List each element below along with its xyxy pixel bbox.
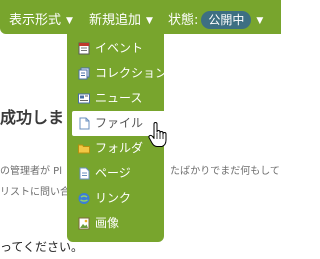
state-label: 状態: — [168, 13, 199, 28]
body-text-1-right: たばかりでまだ何もして — [170, 166, 280, 177]
image-icon — [78, 217, 90, 230]
body-text-1: の管理者が Pl — [0, 166, 62, 177]
menu-item-label: ニュース — [95, 91, 143, 105]
menu-item-collection[interactable]: コレクション — [67, 61, 168, 86]
add-new-menu-button[interactable]: 新規追加 ▼ — [89, 9, 153, 28]
caret-down-icon: ▼ — [256, 16, 264, 26]
menu-item-label: 画像 — [95, 216, 120, 230]
display-menu-label: 表示形式 — [9, 13, 62, 28]
menu-item-link[interactable]: リンク — [67, 186, 164, 211]
menu-item-label: リンク — [95, 191, 132, 205]
event-icon — [78, 42, 90, 55]
menu-item-label: ページ — [95, 166, 131, 180]
menu-item-event[interactable]: イベント — [67, 36, 164, 61]
add-new-menu-label: 新規追加 — [89, 13, 142, 28]
menu-item-page[interactable]: ページ — [67, 161, 164, 186]
display-menu-button[interactable]: 表示形式 ▼ — [9, 9, 73, 28]
file-icon — [79, 117, 90, 130]
menu-item-label: フォルダ — [95, 141, 144, 155]
menu-item-label: コレクション — [95, 66, 168, 80]
state-menu-button[interactable]: 状態: 公開中 ▼ — [168, 9, 263, 29]
caret-down-icon: ▼ — [66, 16, 73, 26]
link-icon — [78, 193, 90, 204]
hand-pointer-cursor-icon — [148, 122, 167, 147]
folder-icon — [78, 144, 90, 154]
collection-icon — [78, 67, 90, 80]
menu-item-label: ファイル — [95, 116, 144, 130]
state-badge: 公開中 — [201, 11, 252, 29]
menu-item-image[interactable]: 画像 — [67, 211, 164, 236]
edit-toolbar: 表示形式 ▼ 新規追加 ▼ 状態: 公開中 ▼ — [0, 0, 281, 34]
news-icon — [78, 93, 90, 104]
page-icon — [79, 167, 90, 180]
body-text-2: リストに問い合 — [0, 187, 70, 198]
menu-item-label: イベント — [95, 41, 144, 55]
menu-item-news[interactable]: ニュース — [67, 86, 164, 111]
caret-down-icon: ▼ — [146, 16, 153, 26]
